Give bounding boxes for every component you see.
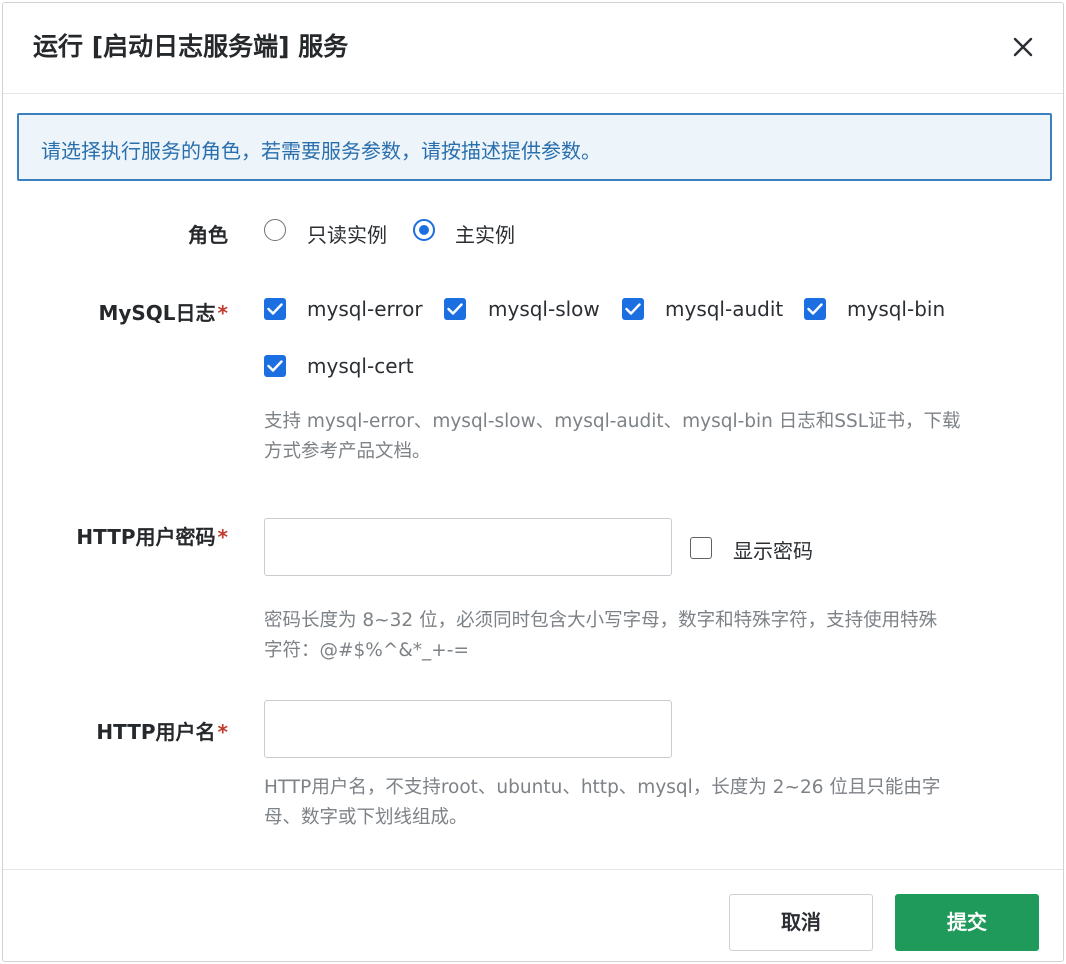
- http-password-help-line1: 密码长度为 8~32 位，必须同时包含大小写字母，数字和特殊字符，支持使用特殊: [264, 610, 938, 631]
- mysql-log-help: 支持 mysql-error、mysql-slow、mysql-audit、my…: [264, 407, 1063, 467]
- checkbox-mysql-cert[interactable]: [264, 355, 286, 377]
- role-option-primary-label: 主实例: [455, 223, 515, 247]
- checkbox-mysql-audit[interactable]: [622, 298, 644, 320]
- show-password-label: 显示密码: [733, 539, 813, 563]
- http-username-input[interactable]: [264, 700, 672, 758]
- role-radio-primary[interactable]: [413, 219, 435, 241]
- checkbox-mysql-bin-label: mysql-bin: [847, 297, 946, 321]
- show-password-checkbox[interactable]: [690, 537, 712, 559]
- http-username-help-line1: HTTP用户名，不支持root、ubuntu、http、mysql，长度为 2~…: [264, 777, 941, 798]
- dialog-footer: 取消 提交: [3, 869, 1063, 961]
- checkbox-mysql-audit-label: mysql-audit: [665, 297, 784, 321]
- http-password-input[interactable]: [264, 518, 672, 576]
- role-label: 角色: [188, 223, 228, 247]
- checkbox-mysql-slow[interactable]: [444, 298, 466, 320]
- mysql-log-label: MySQL日志 *: [98, 301, 228, 325]
- checkbox-mysql-slow-label: mysql-slow: [488, 297, 600, 321]
- checkbox-mysql-error-label: mysql-error: [307, 297, 423, 321]
- info-alert: 请选择执行服务的角色，若需要服务参数，请按描述提供参数。: [17, 113, 1052, 181]
- role-radio-readonly[interactable]: [264, 219, 286, 241]
- http-password-help-line2: 字符：@#$%^&*_+-=: [264, 640, 469, 661]
- required-mark: *: [217, 525, 228, 549]
- required-mark: *: [217, 720, 228, 744]
- http-username-help: HTTP用户名，不支持root、ubuntu、http、mysql，长度为 2~…: [264, 773, 1054, 833]
- checkbox-mysql-bin[interactable]: [804, 298, 826, 320]
- http-username-label: HTTP用户名 *: [96, 720, 228, 744]
- dialog-header: 运行 [启动日志服务端] 服务: [3, 3, 1063, 94]
- checkbox-mysql-error[interactable]: [264, 298, 286, 320]
- required-mark: *: [217, 301, 228, 325]
- dialog-title: 运行 [启动日志服务端] 服务: [33, 32, 349, 61]
- close-icon[interactable]: [1011, 35, 1035, 59]
- mysql-log-help-line2: 方式参考产品文档。: [264, 441, 431, 462]
- submit-button[interactable]: 提交: [895, 894, 1039, 951]
- http-username-help-line2: 母、数字或下划线组成。: [264, 807, 468, 828]
- cancel-button[interactable]: 取消: [729, 894, 873, 951]
- role-option-readonly-label: 只读实例: [307, 223, 387, 247]
- http-password-label: HTTP用户密码 *: [76, 525, 228, 549]
- checkbox-mysql-cert-label: mysql-cert: [307, 354, 414, 378]
- service-dialog: 运行 [启动日志服务端] 服务 请选择执行服务的角色，若需要服务参数，请按描述提…: [2, 2, 1064, 962]
- http-password-help: 密码长度为 8~32 位，必须同时包含大小写字母，数字和特殊字符，支持使用特殊 …: [264, 606, 1054, 666]
- mysql-log-help-line1: 支持 mysql-error、mysql-slow、mysql-audit、my…: [264, 411, 961, 432]
